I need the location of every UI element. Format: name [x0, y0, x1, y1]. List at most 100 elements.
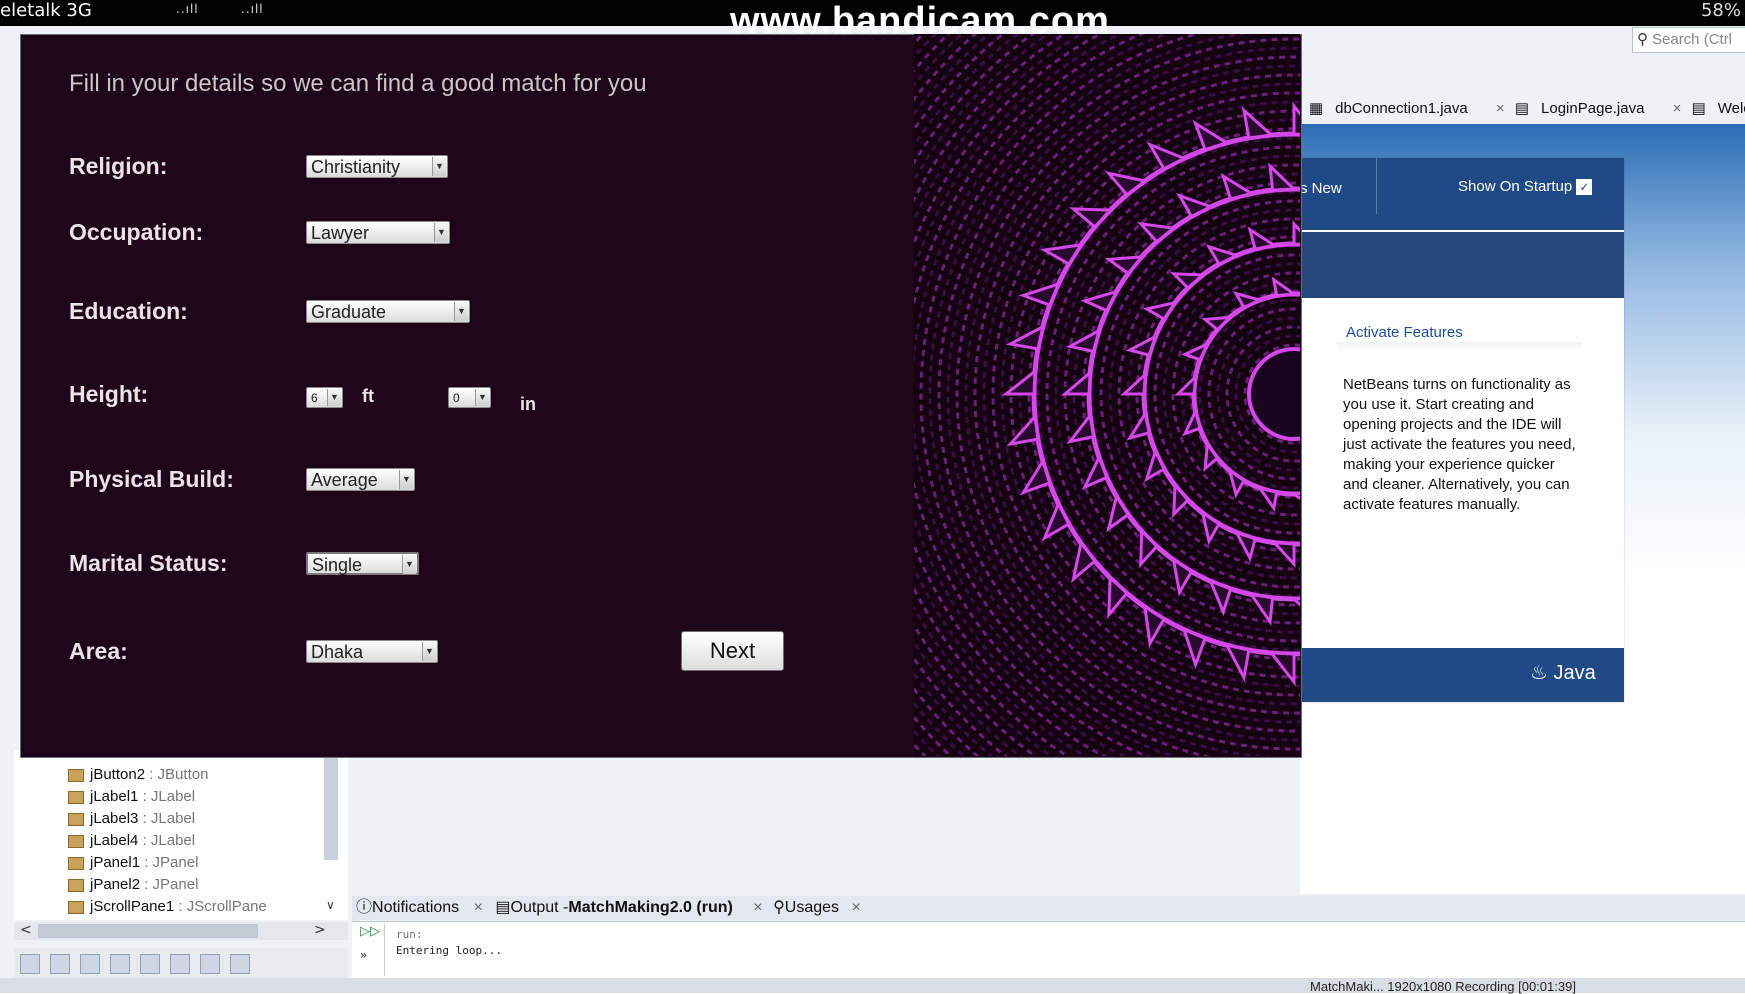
battery-indicator: 58%	[1700, 0, 1741, 21]
sort-icon[interactable]	[20, 954, 40, 974]
tree-item-jlabel3[interactable]: jLabel3 : JLabel	[68, 810, 195, 827]
welcome-footer: ♨ Java	[1300, 648, 1624, 702]
close-icon[interactable]: ×	[1673, 94, 1682, 124]
marital-status-select[interactable]: Single ▼	[306, 552, 419, 575]
chevron-down-icon[interactable]: ▼	[399, 470, 413, 489]
tab-dbconnection[interactable]: ▦ dbConnection1.java	[1309, 94, 1480, 124]
education-select[interactable]: Graduate ▼	[306, 300, 470, 323]
tree-item-jlabel1[interactable]: jLabel1 : JLabel	[68, 788, 195, 805]
physical-build-select[interactable]: Average ▼	[306, 468, 415, 491]
next-button[interactable]: Next	[681, 631, 784, 671]
mandala-petal	[1256, 485, 1279, 513]
more-icon[interactable]: »	[360, 948, 367, 962]
rerun-icon[interactable]: ▷▷	[360, 924, 380, 939]
output-icon: ▤	[495, 899, 511, 916]
scroll-left-icon[interactable]: <	[20, 922, 32, 938]
physical-build-label: Physical Build:	[69, 466, 234, 492]
order-icon[interactable]	[200, 954, 220, 974]
tab-label: Usages	[784, 899, 840, 916]
area-label: Area:	[69, 638, 128, 664]
occupation-select[interactable]: Lawyer ▼	[306, 221, 450, 244]
close-icon[interactable]: ×	[474, 896, 483, 920]
tree-item-jpanel2[interactable]: jPanel2 : JPanel	[68, 876, 198, 893]
tab-usages[interactable]: ⚲ Usages	[773, 896, 839, 920]
field-icon[interactable]	[80, 954, 100, 974]
form-headline: Fill in your details so we can find a go…	[69, 70, 647, 97]
tab-output[interactable]: ▤ Output - MatchMaking2.0 (run)	[495, 896, 732, 920]
activate-features-title[interactable]: Activate Features	[1346, 324, 1463, 341]
mandala-image	[914, 34, 1300, 756]
component-icon	[68, 856, 84, 870]
mandala-petal	[1227, 467, 1246, 499]
show-on-startup-checkbox[interactable]: ✓	[1576, 179, 1593, 196]
form-file-icon: ▤	[1514, 100, 1530, 117]
chevron-down-icon[interactable]: ▼	[475, 389, 489, 406]
show-on-startup[interactable]: Show On Startup ✓	[1458, 178, 1593, 196]
tab-welcome[interactable]: ▤ Welcom	[1692, 94, 1745, 124]
religion-value: Christianity	[311, 157, 401, 177]
mandala-petal	[1174, 372, 1198, 396]
mandala-petal	[1069, 207, 1114, 229]
package-icon[interactable]	[170, 954, 190, 974]
occupation-value: Lawyer	[311, 223, 370, 243]
scroll-thumb[interactable]	[38, 924, 258, 938]
java-logo: ♨ Java	[1530, 660, 1596, 685]
output-tabs: ⓘ Notifications × ▤ Output - MatchMaking…	[352, 896, 1745, 920]
height-feet-select[interactable]: 6 ▼	[306, 387, 343, 408]
tree-item-type: : JPanel	[144, 876, 199, 893]
lock-icon[interactable]	[110, 954, 130, 974]
show-on-startup-label: Show On Startup	[1458, 178, 1573, 195]
close-icon[interactable]: ×	[753, 896, 762, 920]
tree-item-jlabel4[interactable]: jLabel4 : JLabel	[68, 832, 195, 849]
whats-new-link[interactable]: s New	[1300, 180, 1342, 197]
sort-alpha-icon[interactable]	[230, 954, 250, 974]
bandicam-watermark: www.bandicam.com	[730, 0, 1110, 42]
mandala-petal	[1066, 411, 1096, 444]
height-inches-value: 0	[453, 391, 460, 405]
inherit-icon[interactable]	[140, 954, 160, 974]
chevron-down-icon[interactable]: ▼	[432, 157, 446, 176]
tab-label-project: MatchMaking2.0 (run)	[568, 899, 733, 916]
close-icon[interactable]: ×	[1496, 94, 1505, 124]
mandala-petal	[1248, 592, 1275, 626]
horizontal-scrollbar[interactable]: < >	[14, 922, 348, 940]
chevron-down-icon[interactable]: ▼	[327, 389, 341, 406]
tab-loginpage[interactable]: ▤ LoginPage.java	[1515, 94, 1657, 124]
tree-item-jbutton2[interactable]: jButton2 : JButton	[68, 766, 208, 783]
chevron-down-icon[interactable]: ▼	[434, 223, 448, 242]
mandala-petal	[1040, 242, 1085, 267]
usages-icon: ⚲	[773, 899, 785, 916]
tab-notifications[interactable]: ⓘ Notifications	[356, 896, 459, 920]
mandala-petal	[1107, 574, 1129, 619]
mandala-petal	[1203, 439, 1220, 473]
height-inches-select[interactable]: 0 ▼	[448, 387, 491, 408]
tree-item-jscrollpane1[interactable]: jScrollPane1 : JScrollPane	[68, 898, 267, 915]
chevron-down-icon[interactable]: ▼	[402, 555, 416, 574]
scroll-right-icon[interactable]: >	[314, 922, 326, 938]
mandala-petal	[1019, 457, 1052, 496]
search-input[interactable]: ⚲ Search (Ctrl	[1632, 27, 1745, 53]
tab-label: Notifications	[372, 899, 460, 916]
religion-select[interactable]: Christianity ▼	[306, 155, 448, 178]
tree-item-jpanel1[interactable]: jPanel1 : JPanel	[68, 854, 198, 871]
tree-item-name: jPanel1	[90, 854, 141, 871]
console-line: run:	[396, 928, 423, 941]
close-icon[interactable]: ×	[852, 896, 861, 920]
chevron-down-icon[interactable]: ▼	[454, 302, 468, 321]
component-icon	[68, 834, 84, 848]
height-label: Height:	[69, 381, 149, 407]
filter-icon[interactable]	[50, 954, 70, 974]
activate-underline	[1337, 342, 1582, 350]
vertical-scrollbar[interactable]	[324, 750, 338, 860]
welcome-band	[1300, 232, 1624, 298]
output-console[interactable]: ▷▷ » run: Entering loop...	[352, 921, 1745, 978]
mandala-petal	[1071, 539, 1097, 584]
area-select[interactable]: Dhaka ▼	[306, 640, 438, 663]
mandala-petal	[1292, 101, 1300, 136]
education-value: Graduate	[311, 302, 387, 322]
tab-label-prefix: Output -	[510, 899, 569, 916]
mandala-petal	[1232, 291, 1265, 310]
chevron-down-icon[interactable]: ▼	[422, 642, 436, 661]
chevron-down-icon[interactable]: ∨	[326, 898, 335, 912]
tree-item-name: jLabel3	[90, 810, 139, 827]
